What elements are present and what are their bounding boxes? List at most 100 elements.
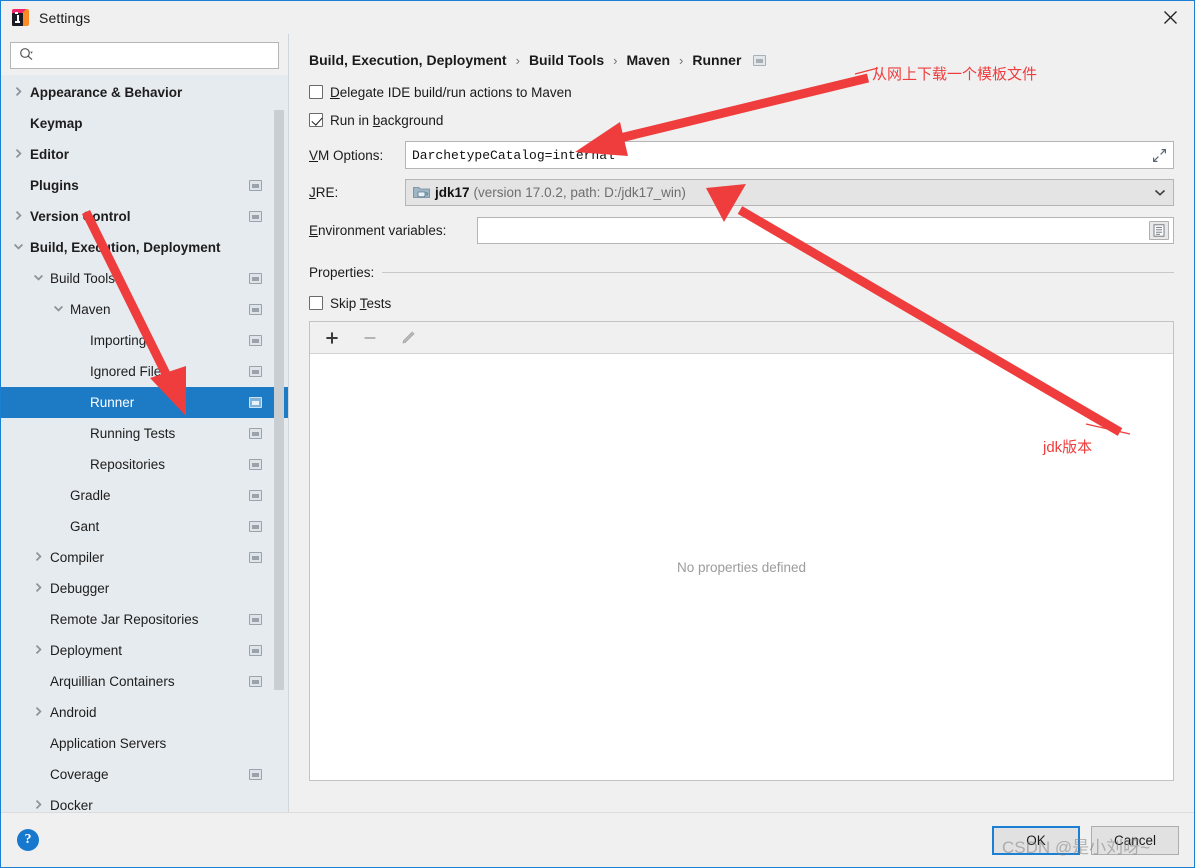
dialog-body: Appearance & Behavior Keymap Editor Plugins… (1, 34, 1194, 812)
chevron-down-icon[interactable] (1154, 185, 1166, 200)
project-scope-badge-icon (249, 459, 262, 470)
runner-settings-panel: Build, Execution, Deployment › Build Tools… (289, 34, 1194, 812)
sidebar-item-remote-jar-repositories[interactable]: Remote Jar Repositories (1, 604, 288, 635)
run-in-background-checkbox[interactable] (309, 113, 323, 127)
chevron-right-icon[interactable] (33, 644, 46, 657)
sidebar-item-repositories[interactable]: Repositories (1, 449, 288, 480)
search-box[interactable] (10, 42, 279, 69)
sidebar-item-arquillian-containers[interactable]: Arquillian Containers (1, 666, 288, 697)
sidebar-item-label: Arquillian Containers (50, 674, 175, 689)
expand-icon[interactable] (1149, 145, 1170, 166)
sidebar-item-label: Gradle (70, 488, 111, 503)
jdk-folder-icon (413, 185, 430, 199)
bg-label-pre: Run in (330, 112, 373, 128)
chevron-down-icon[interactable] (53, 303, 66, 316)
project-scope-badge-icon (249, 552, 262, 563)
sidebar-item-gant[interactable]: Gant (1, 511, 288, 542)
vm-options-field[interactable] (405, 141, 1174, 169)
project-scope-badge-icon (249, 676, 262, 687)
vm-options-input[interactable] (412, 142, 1143, 168)
chevron-right-icon[interactable] (33, 706, 46, 719)
sidebar-item-ignored-files[interactable]: Ignored Files (1, 356, 288, 387)
jre-mnemonic: J (309, 184, 316, 200)
sidebar-item-debugger[interactable]: Debugger (1, 573, 288, 604)
jre-dropdown[interactable]: jdk17 (version 17.0.2, path: D:/jdk17_wi… (405, 178, 1174, 206)
chevron-down-icon[interactable] (33, 272, 46, 285)
sidebar-scrollbar[interactable] (274, 110, 284, 690)
remove-property-button[interactable] (360, 328, 380, 348)
vm-label-text: M Options: (318, 147, 384, 163)
chevron-right-icon[interactable] (33, 582, 46, 595)
skip-tests-checkbox[interactable] (309, 296, 323, 310)
sidebar-item-label: Deployment (50, 643, 123, 658)
add-property-button[interactable] (322, 328, 342, 348)
sidebar-item-application-servers[interactable]: Application Servers (1, 728, 288, 759)
vm-options-row: VM Options: (309, 140, 1174, 170)
jre-detail: (version 17.0.2, path: D:/jdk17_win) (473, 184, 686, 200)
breadcrumb-item[interactable]: Maven (626, 52, 670, 68)
sidebar-item-keymap[interactable]: Keymap (1, 108, 288, 139)
sidebar-item-importing[interactable]: Importing (1, 325, 288, 356)
browse-list-icon[interactable] (1149, 220, 1169, 240)
chevron-right-icon[interactable] (13, 210, 26, 223)
sidebar-item-label: Running Tests (90, 426, 176, 441)
delegate-ide-build-label: Delegate IDE build/run actions to Maven (330, 85, 572, 100)
breadcrumb-item[interactable]: Runner (692, 52, 741, 68)
project-scope-badge-icon (249, 304, 262, 315)
help-icon[interactable]: ? (17, 829, 39, 851)
sidebar-item-appearance-behavior[interactable]: Appearance & Behavior (1, 77, 288, 108)
sidebar-item-deployment[interactable]: Deployment (1, 635, 288, 666)
project-scope-badge-icon (249, 490, 262, 501)
sidebar-item-gradle[interactable]: Gradle (1, 480, 288, 511)
sidebar-item-running-tests[interactable]: Running Tests (1, 418, 288, 449)
chevron-right-icon[interactable] (33, 551, 46, 564)
vm-options-label: VM Options: (309, 148, 405, 163)
dialog-buttons: OK Cancel (992, 825, 1179, 855)
settings-tree[interactable]: Appearance & Behavior Keymap Editor Plugins… (1, 75, 288, 812)
chevron-right-icon[interactable] (13, 86, 26, 99)
search-icon (19, 47, 34, 65)
run-in-background-label: Run in background (330, 113, 443, 128)
sidebar-item-docker[interactable]: Docker (1, 790, 288, 812)
close-icon[interactable] (1147, 1, 1194, 34)
annotation-text-0: 从网上下载一个模板文件 (872, 66, 1038, 83)
chevron-right-icon[interactable] (33, 799, 46, 812)
project-scope-badge-icon (249, 397, 262, 408)
chevron-right-icon[interactable] (13, 148, 26, 161)
breadcrumb-item[interactable]: Build Tools (529, 52, 604, 68)
sidebar-item-label: Maven (70, 302, 111, 317)
search-input[interactable] (37, 43, 278, 68)
sidebar-item-maven[interactable]: Maven (1, 294, 288, 325)
run-in-background-checkbox-row[interactable]: Run in background (309, 106, 1174, 134)
properties-divider (382, 271, 1174, 273)
breadcrumb-item[interactable]: Build, Execution, Deployment (309, 52, 507, 68)
properties-empty-message: No properties defined (676, 559, 807, 575)
project-scope-badge-icon (249, 180, 262, 191)
sidebar-item-coverage[interactable]: Coverage (1, 759, 288, 790)
breadcrumb-separator: › (613, 52, 618, 68)
ok-button[interactable]: OK (992, 825, 1080, 855)
delegate-ide-build-checkbox-row[interactable]: Delegate IDE build/run actions to Maven (309, 78, 1174, 106)
environment-variables-input[interactable] (478, 217, 1173, 243)
sidebar-item-android[interactable]: Android (1, 697, 288, 728)
delegate-ide-build-checkbox[interactable] (309, 85, 323, 99)
sidebar-item-version-control[interactable]: Version Control (1, 201, 288, 232)
sidebar-item-label: Keymap (30, 116, 83, 131)
project-scope-badge-icon (753, 54, 767, 66)
sidebar-item-label: Importing (90, 333, 147, 348)
chevron-down-icon[interactable] (13, 241, 26, 254)
sidebar-item-label: Repositories (90, 457, 166, 472)
sidebar-item-editor[interactable]: Editor (1, 139, 288, 170)
search-container (1, 34, 288, 75)
sidebar-item-runner[interactable]: Runner (1, 387, 288, 418)
skip-tests-checkbox-row[interactable]: Skip Tests (309, 289, 1174, 317)
cancel-button[interactable]: Cancel (1091, 825, 1179, 855)
project-scope-badge-icon (249, 614, 262, 625)
sidebar-item-build-tools[interactable]: Build Tools (1, 263, 288, 294)
sidebar-item-plugins[interactable]: Plugins (1, 170, 288, 201)
environment-variables-field[interactable] (477, 216, 1174, 244)
edit-property-button[interactable] (398, 328, 418, 348)
sidebar-item-label: Appearance & Behavior (30, 85, 183, 100)
sidebar-item-compiler[interactable]: Compiler (1, 542, 288, 573)
sidebar-item-build-execution-deployment[interactable]: Build, Execution, Deployment (1, 232, 288, 263)
